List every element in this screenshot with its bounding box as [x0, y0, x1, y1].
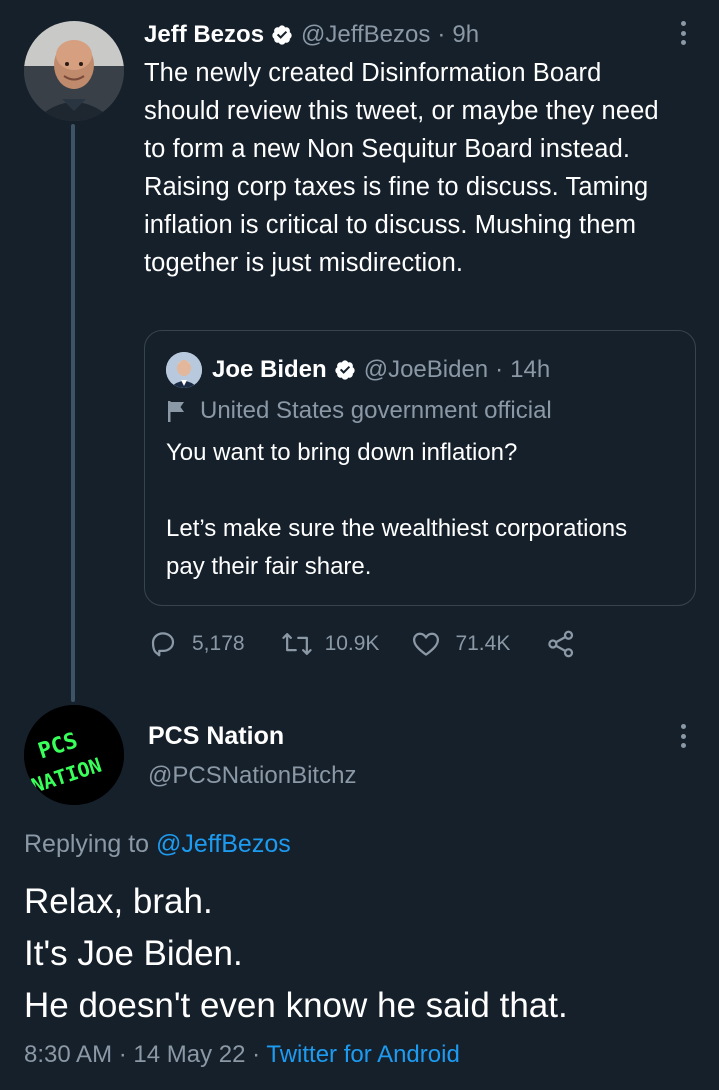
share-button[interactable]: [546, 629, 576, 659]
replying-prefix: Replying to: [24, 830, 157, 858]
tweet-time[interactable]: 9h: [452, 21, 479, 49]
government-label-text: United States government official: [200, 397, 552, 424]
quoted-tweet-header: Joe Biden @JoeBiden · 14h: [166, 352, 550, 388]
tweet-header: Jeff Bezos @JeffBezos · 9h: [144, 18, 479, 52]
more-options-icon[interactable]: [673, 721, 693, 751]
retweet-icon: [281, 633, 312, 655]
quoted-author-handle[interactable]: @JoeBiden: [364, 356, 488, 384]
author-name[interactable]: Jeff Bezos: [144, 21, 264, 49]
separator-dot: ·: [245, 1041, 267, 1068]
thread-connector-line: [71, 124, 75, 702]
quoted-text-line: Let’s make sure the wealthiest corporati…: [166, 515, 628, 580]
separator-dot: ·: [437, 21, 446, 48]
replying-to-link[interactable]: @JeffBezos: [156, 830, 291, 858]
profile-photo-icon: [24, 21, 124, 121]
reply-text: Relax, brah. It's Joe Biden. He doesn't …: [24, 876, 704, 1032]
reply-text-line: He doesn't even know he said that.: [24, 986, 568, 1025]
reply-text-line: It's Joe Biden.: [24, 934, 243, 973]
reply-author-name[interactable]: PCS Nation: [148, 718, 284, 754]
tweet-text: The newly created Disinformation Board s…: [144, 59, 659, 277]
pcs-nation-logo-icon: PCS NATION: [24, 705, 124, 805]
replying-to: Replying to @JeffBezos: [24, 825, 291, 863]
more-options-icon[interactable]: [673, 18, 693, 48]
like-count: 71.4K: [455, 632, 511, 655]
quoted-avatar: [166, 352, 202, 388]
like-button[interactable]: 71.4K: [411, 629, 510, 659]
verified-badge-icon: [335, 360, 355, 380]
tweet-actions: 5,178 10.9K 71.4K: [148, 626, 576, 662]
quoted-tweet-time[interactable]: 14h: [510, 356, 550, 384]
reply-author-handle[interactable]: @PCSNationBitchz: [148, 758, 356, 794]
reply-count: 5,178: [192, 632, 245, 655]
reply-icon: [151, 632, 175, 657]
reply-text-line: Relax, brah.: [24, 882, 213, 921]
retweet-button[interactable]: 10.9K: [281, 629, 380, 659]
verified-badge-icon: [272, 25, 292, 45]
retweet-count: 10.9K: [324, 632, 380, 655]
reply-button[interactable]: 5,178: [148, 629, 245, 659]
avatar[interactable]: [24, 21, 124, 121]
quoted-author-name[interactable]: Joe Biden: [212, 356, 327, 384]
separator-dot: ·: [495, 356, 504, 383]
author-handle[interactable]: @JeffBezos: [301, 21, 430, 49]
flag-icon: [168, 401, 184, 422]
government-label[interactable]: United States government official: [166, 394, 552, 428]
reply-meta: 8:30 AM · 14 May 22 · Twitter for Androi…: [24, 1036, 460, 1074]
reply-date[interactable]: 14 May 22: [133, 1041, 245, 1068]
source-link[interactable]: Twitter for Android: [266, 1041, 459, 1068]
quoted-text-line: You want to bring down inflation?: [166, 439, 518, 466]
separator-dot: ·: [112, 1041, 134, 1068]
avatar[interactable]: PCS NATION: [24, 705, 124, 805]
quoted-tweet-text: You want to bring down inflation? Let’s …: [166, 434, 666, 586]
reply-time[interactable]: 8:30 AM: [24, 1041, 112, 1068]
share-icon: [548, 630, 574, 658]
quoted-profile-photo-icon: [166, 352, 202, 388]
heart-icon: [413, 632, 440, 656]
